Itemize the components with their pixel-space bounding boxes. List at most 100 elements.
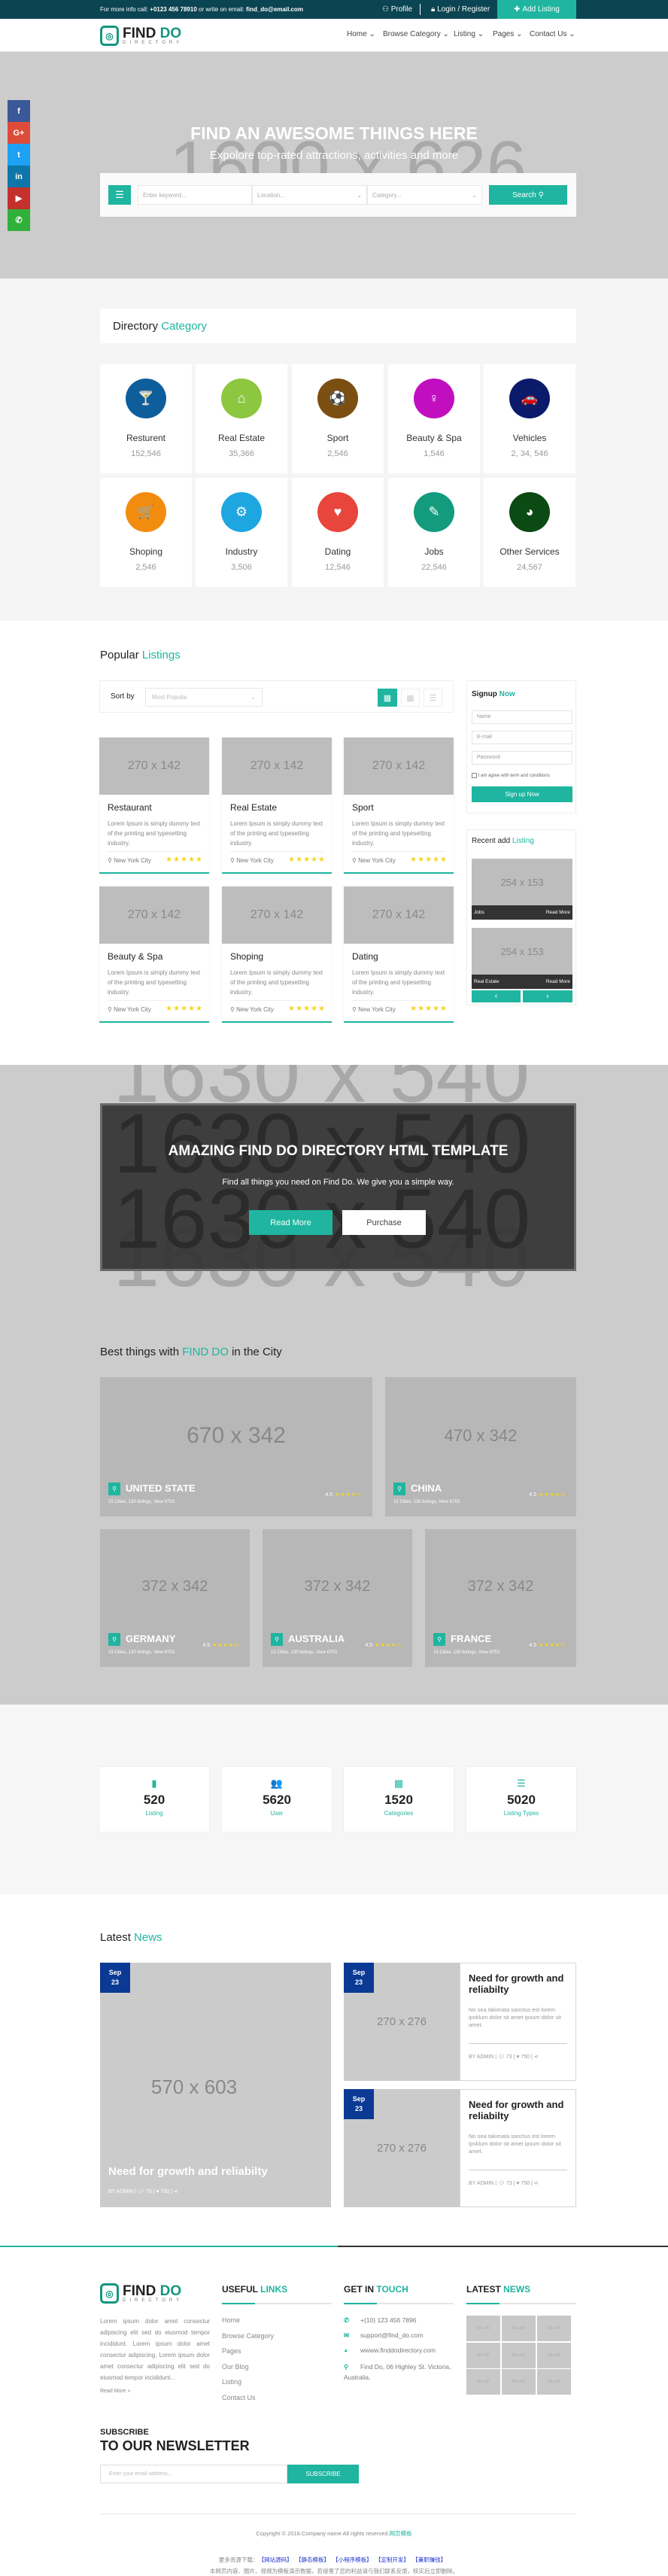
nav-listing[interactable]: Listing ⌄ [454,30,484,38]
news-thumbnail[interactable]: 80 x 80 [466,2316,500,2341]
category-card[interactable]: ⚽ Sport 2,546 [292,364,384,473]
login-link[interactable]: 🔒︎ Login / Register [431,5,490,14]
listing-card[interactable]: 270 x 142 Restaurant Lorem Ipsum is simply… [99,738,209,874]
listing-card[interactable]: 270 x 142 Sport Lorem Ipsum is simply dumm… [344,738,454,874]
listing-card[interactable]: 270 x 142 Beauty & Spa Lorem Ipsum is simp… [99,887,209,1023]
keyword-input[interactable]: Enter keyword... [138,185,252,205]
category-select[interactable]: Category... ⌄ [367,185,482,205]
news-thumbnail[interactable]: 80 x 80 [537,2342,571,2368]
footer-link[interactable]: Contact Us [222,2394,256,2401]
news-thumbnail[interactable]: 80 x 80 [537,2316,571,2341]
category-card[interactable]: 🚗 Vehicles 2, 34, 546 [484,364,575,473]
add-listing-button[interactable]: ✚ Add Listing [497,0,576,19]
name-input[interactable]: Name [472,710,572,724]
footer-link[interactable]: Listing [222,2378,241,2386]
list-view-button[interactable]: ☰ [424,689,442,707]
read-more-link[interactable]: Read More [546,979,570,984]
logo[interactable]: ◎ FIND DO DIRECTORY [100,26,183,46]
footer-link[interactable]: Browse Category [222,2332,274,2340]
sort-select[interactable]: Most Popular ⌄ [145,688,263,707]
checkbox-icon[interactable] [472,773,477,778]
recent-listing-item[interactable]: 254 x 153 Real Estate Read More [472,928,572,989]
news-card[interactable]: 270 x 276 Sep 23 Need for growth and reliab… [344,2089,576,2207]
footer-logo[interactable]: ◎ FIND DO DIRECTORY [100,2283,183,2304]
listing-card[interactable]: 270 x 142 Real Estate Lorem Ipsum is simpl… [222,738,332,874]
read-more-link[interactable]: Read More [546,910,570,915]
news-card[interactable]: 270 x 276 Sep 23 Need for growth and reliab… [344,1963,576,2081]
city-card[interactable]: 372 x 342 ⚲ AUSTRALIA 15 Cities, 130 listin… [263,1529,412,1667]
social-twitter[interactable]: t [8,144,30,166]
social-youtube[interactable]: ▶ [8,187,30,209]
resource-link[interactable]: 【兼职赚钱】 [415,2556,446,2563]
location-select[interactable]: Location... ⌄ [252,185,367,205]
prev-button[interactable]: ‹ [472,990,521,1002]
next-button[interactable]: › [523,990,572,1002]
email-link[interactable]: find_do@email.com [246,6,303,13]
menu-toggle-button[interactable]: ☰ [108,185,131,205]
password-input[interactable]: Password [472,751,572,765]
resource-link[interactable]: 【小程序模板】 [336,2556,372,2563]
contact-website[interactable]: ◕ wwww.finddodirectory.com [344,2346,436,2354]
home-icon: ⌂ [237,391,246,406]
grid-view-button[interactable]: ▦ [378,689,397,707]
category-card[interactable]: ✎ Jobs 22,546 [388,478,480,587]
purchase-button[interactable]: Purchase [342,1210,426,1235]
category-label: Sport [326,433,349,443]
city-card[interactable]: 470 x 342 ⚲ CHINA 15 Cities, 130 listings, … [385,1377,576,1516]
contact-email[interactable]: ✉ support@find_do.com [344,2331,423,2340]
category-card[interactable]: ⌂ Real Estate 35,366 [196,364,287,473]
footer-link[interactable]: Our Blog [222,2363,249,2371]
news-thumbnail[interactable]: 80 x 80 [502,2342,536,2368]
footer-read-more[interactable]: Read More » [100,2389,131,2394]
city-card[interactable]: 670 x 342 ⚲ UNITED STATE 15 Cities, 130 lis… [100,1377,372,1516]
nav-home[interactable]: Home ⌄ [347,30,375,38]
nav-browse-category[interactable]: Browse Category ⌄ [383,30,449,38]
newsletter-email-input[interactable]: Enter your email address... [100,2465,287,2483]
category-card[interactable]: 🛒 Shoping 2,546 [100,478,192,587]
news-thumbnail[interactable]: 80 x 80 [466,2369,500,2395]
news-thumbnail[interactable]: 80 x 80 [537,2369,571,2395]
profile-link[interactable]: ⚇ Profile [382,5,412,14]
social-facebook[interactable]: f [8,100,30,122]
share-icon[interactable]: ⋖ [174,2189,178,2194]
email-input[interactable]: E-mail [472,731,572,744]
resource-link[interactable]: 【静态模板】 [299,2556,329,2563]
large-grid-view-button[interactable]: ▦ [401,689,420,707]
category-card[interactable]: ♥ Dating 12,546 [292,478,384,587]
news-title[interactable]: Need for growth and reliabilty [469,2099,567,2121]
listing-card[interactable]: 270 x 142 Shoping Lorem Ipsum is simply du… [222,887,332,1023]
footer-link[interactable]: Home [222,2316,240,2324]
nav-pages[interactable]: Pages ⌄ [493,30,523,38]
news-thumbnail[interactable]: 80 x 80 [502,2369,536,2395]
listing-card[interactable]: 270 x 142 Dating Lorem Ipsum is simply dum… [344,887,454,1023]
nav-contact-us[interactable]: Contact Us ⌄ [530,30,575,38]
subscribe-button[interactable]: SUBSCRIBE [287,2465,359,2483]
featured-news-card[interactable]: Sep 23 570 x 603 Need for growth and reli… [100,1963,331,2207]
category-card[interactable]: ◕ Other Services 24,567 [484,478,575,587]
news-title[interactable]: Need for growth and reliabilty [108,2165,268,2178]
news-thumbnail[interactable]: 80 x 80 [502,2316,536,2341]
news-thumbnail[interactable]: 80 x 80 [466,2342,500,2368]
category-card[interactable]: ♀ Beauty & Spa 1,546 [388,364,480,473]
brand-name-accent: DO [159,25,182,41]
search-button[interactable]: Search ⚲ [489,185,567,205]
city-card[interactable]: 372 x 342 ⚲ GERMANY 15 Cities, 130 listings… [100,1529,250,1667]
category-card[interactable]: ⚙ Industry 3,506 [196,478,287,587]
copyright-link[interactable]: 网页模板 [390,2530,412,2537]
recent-listing-item[interactable]: 254 x 153 Jobs Read More [472,859,572,920]
more-resources: 更多资源下载： 【网站源码】 【静态模板】 【小程序模板】 【定制开发】 【兼职赚钱】 [0,2556,668,2564]
category-card[interactable]: 🍸 Resturent 152,546 [100,364,192,473]
social-google-plus[interactable]: G+ [8,122,30,144]
share-icon[interactable]: ⋖ [534,2181,539,2186]
social-linkedin[interactable]: in [8,166,30,187]
terms-checkbox[interactable]: I am agree with term and conditions [472,773,550,778]
city-card[interactable]: 372 x 342 ⚲ FRANCE 15 Cities, 130 listings,… [425,1529,576,1667]
social-whatsapp[interactable]: ✆ [8,209,30,231]
share-icon[interactable]: ⋖ [534,2054,539,2060]
read-more-button[interactable]: Read More [249,1210,332,1235]
resource-link[interactable]: 【网站源码】 [261,2556,292,2563]
news-title[interactable]: Need for growth and reliabilty [469,1972,567,1995]
footer-link[interactable]: Pages [222,2347,241,2355]
resource-link[interactable]: 【定制开发】 [378,2556,409,2563]
signup-button[interactable]: Sign up Now [472,786,572,802]
